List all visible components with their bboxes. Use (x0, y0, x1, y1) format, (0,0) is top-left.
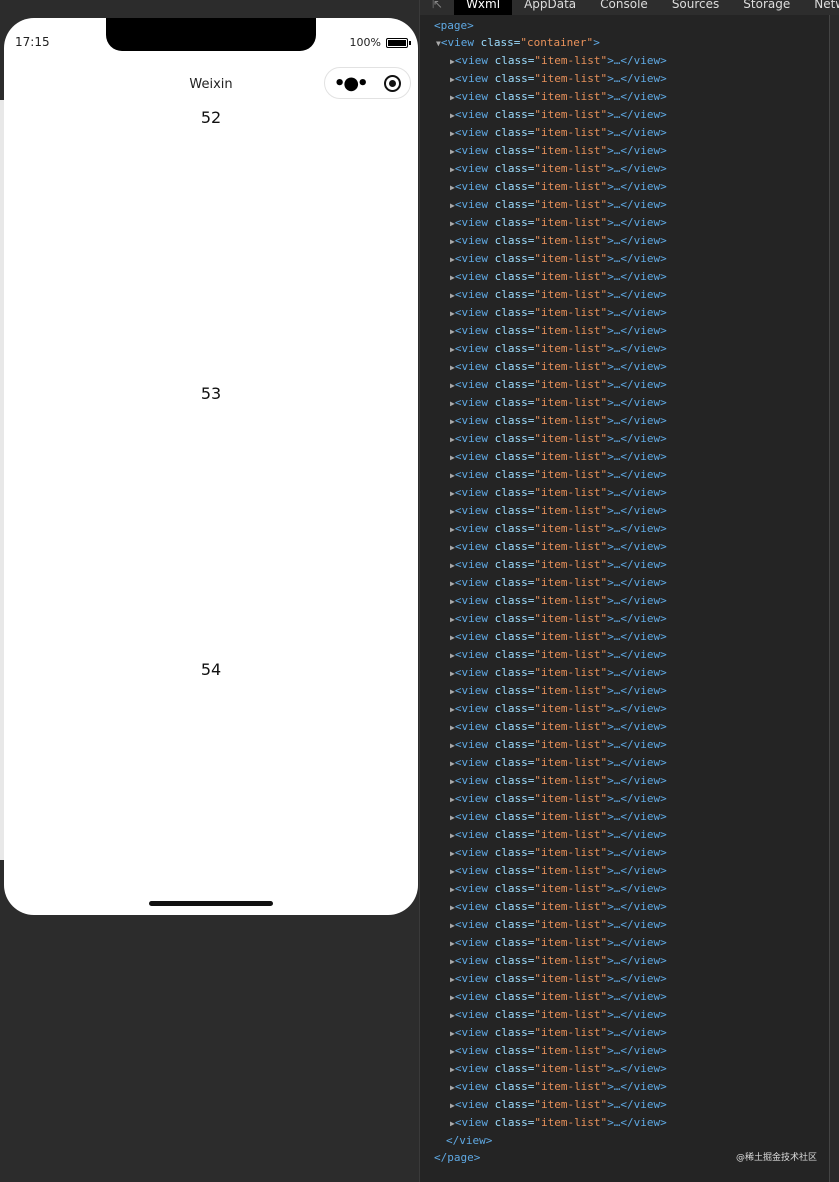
tab-wxml[interactable]: Wxml (454, 0, 513, 15)
devtools-tabs: ⇱ WxmlAppDataConsoleSourcesStorageNetwor… (420, 0, 839, 15)
list-item: 54 (200, 660, 222, 679)
wxml-node-item-list[interactable]: ▶<view class="item-list">…</view> (420, 322, 839, 340)
battery-icon (386, 37, 411, 48)
wxml-node-item-list[interactable]: ▶<view class="item-list">…</view> (420, 430, 839, 448)
status-battery: 100% (349, 36, 411, 49)
wxml-node-item-list[interactable]: ▶<view class="item-list">…</view> (420, 646, 839, 664)
tab-storage[interactable]: Storage (731, 0, 802, 15)
wxml-node-item-list[interactable]: ▶<view class="item-list">…</view> (420, 232, 839, 250)
wxml-node-item-list[interactable]: ▶<view class="item-list">…</view> (420, 178, 839, 196)
simulator-panel: 17:15 100% Weixin •●• 52 53 54 (0, 0, 419, 1182)
wxml-node-item-list[interactable]: ▶<view class="item-list">…</view> (420, 934, 839, 952)
wxml-node-item-list[interactable]: ▶<view class="item-list">…</view> (420, 268, 839, 286)
close-miniprogram-icon[interactable] (384, 74, 402, 92)
wxml-node-item-list[interactable]: ▶<view class="item-list">…</view> (420, 412, 839, 430)
wxml-node-item-list[interactable]: ▶<view class="item-list">…</view> (420, 358, 839, 376)
wxml-node-item-list[interactable]: ▶<view class="item-list">…</view> (420, 880, 839, 898)
inspect-icon[interactable]: ⇱ (420, 0, 454, 15)
wxml-node-item-list[interactable]: ▶<view class="item-list">…</view> (420, 898, 839, 916)
wxml-tree: <page> ▼<view class="container"> ▶<view cl… (420, 15, 839, 1166)
wxml-node-item-list[interactable]: ▶<view class="item-list">…</view> (420, 736, 839, 754)
more-icon[interactable]: •●• (334, 73, 369, 94)
wxml-node-item-list[interactable]: ▶<view class="item-list">…</view> (420, 556, 839, 574)
styles-sidebar (829, 15, 839, 1182)
wxml-node-item-list[interactable]: ▶<view class="item-list">…</view> (420, 772, 839, 790)
home-indicator (149, 901, 273, 906)
wxml-node-item-list[interactable]: ▶<view class="item-list">…</view> (420, 484, 839, 502)
wxml-node-item-list[interactable]: ▶<view class="item-list">…</view> (420, 1060, 839, 1078)
wxml-node-item-list[interactable]: ▶<view class="item-list">…</view> (420, 754, 839, 772)
battery-percent: 100% (349, 36, 381, 49)
wxml-node-item-list[interactable]: ▶<view class="item-list">…</view> (420, 106, 839, 124)
status-time: 17:15 (15, 35, 50, 49)
wxml-node-item-list[interactable]: ▶<view class="item-list">…</view> (420, 466, 839, 484)
tab-appdata[interactable]: AppData (512, 0, 588, 15)
wxml-node-item-list[interactable]: ▶<view class="item-list">…</view> (420, 196, 839, 214)
notch (106, 18, 316, 51)
wxml-node-item-list[interactable]: ▶<view class="item-list">…</view> (420, 1042, 839, 1060)
capsule-menu[interactable]: •●• (324, 67, 411, 99)
wxml-node-item-list[interactable]: ▶<view class="item-list">…</view> (420, 448, 839, 466)
wxml-node-item-list[interactable]: ▶<view class="item-list">…</view> (420, 610, 839, 628)
wxml-node-item-list[interactable]: ▶<view class="item-list">…</view> (420, 52, 839, 70)
wxml-node-item-list[interactable]: ▶<view class="item-list">…</view> (420, 1078, 839, 1096)
wxml-node-item-list[interactable]: ▶<view class="item-list">…</view> (420, 592, 839, 610)
tab-sources[interactable]: Sources (660, 0, 731, 15)
wxml-node-item-list[interactable]: ▶<view class="item-list">…</view> (420, 538, 839, 556)
wxml-node-item-list[interactable]: ▶<view class="item-list">…</view> (420, 808, 839, 826)
list-item: 52 (200, 108, 222, 127)
wxml-node-item-list[interactable]: ▶<view class="item-list">…</view> (420, 160, 839, 178)
wxml-node-container-close[interactable]: </view> (420, 1132, 839, 1149)
wxml-node-item-list[interactable]: ▶<view class="item-list">…</view> (420, 1096, 839, 1114)
wxml-node-item-list[interactable]: ▶<view class="item-list">…</view> (420, 826, 839, 844)
wxml-node-item-list[interactable]: ▶<view class="item-list">…</view> (420, 574, 839, 592)
wxml-node-item-list[interactable]: ▶<view class="item-list">…</view> (420, 628, 839, 646)
wxml-node-item-list[interactable]: ▶<view class="item-list">…</view> (420, 304, 839, 322)
wxml-node-item-list[interactable]: ▶<view class="item-list">…</view> (420, 1024, 839, 1042)
wxml-node-item-list[interactable]: ▶<view class="item-list">…</view> (420, 718, 839, 736)
wxml-node-item-list[interactable]: ▶<view class="item-list">…</view> (420, 952, 839, 970)
wxml-node-item-list[interactable]: ▶<view class="item-list">…</view> (420, 250, 839, 268)
wxml-node-item-list[interactable]: ▶<view class="item-list">…</view> (420, 88, 839, 106)
wxml-node-item-list[interactable]: ▶<view class="item-list">…</view> (420, 286, 839, 304)
wxml-node-item-list[interactable]: ▶<view class="item-list">…</view> (420, 124, 839, 142)
tab-console[interactable]: Console (588, 0, 660, 15)
wxml-node-item-list[interactable]: ▶<view class="item-list">…</view> (420, 862, 839, 880)
wxml-node-item-list[interactable]: ▶<view class="item-list">…</view> (420, 214, 839, 232)
wxml-node-item-list[interactable]: ▶<view class="item-list">…</view> (420, 844, 839, 862)
wxml-node-item-list[interactable]: ▶<view class="item-list">…</view> (420, 502, 839, 520)
wxml-node-item-list[interactable]: ▶<view class="item-list">…</view> (420, 520, 839, 538)
wxml-node-item-list[interactable]: ▶<view class="item-list">…</view> (420, 664, 839, 682)
list-item: 53 (200, 384, 222, 403)
wxml-node-item-list[interactable]: ▶<view class="item-list">…</view> (420, 340, 839, 358)
phone-screen: 17:15 100% Weixin •●• 52 53 54 (4, 18, 418, 915)
watermark: @稀土掘金技术社区 (735, 1153, 817, 1163)
wxml-node-item-list[interactable]: ▶<view class="item-list">…</view> (420, 142, 839, 160)
wxml-node-item-list[interactable]: ▶<view class="item-list">…</view> (420, 970, 839, 988)
tab-network[interactable]: Network (802, 0, 839, 15)
wxml-node-container[interactable]: ▼<view class="container"> (420, 34, 839, 52)
wxml-node-item-list[interactable]: ▶<view class="item-list">…</view> (420, 1114, 839, 1132)
wxml-node-item-list[interactable]: ▶<view class="item-list">…</view> (420, 916, 839, 934)
devtools-panel: ⇱ WxmlAppDataConsoleSourcesStorageNetwor… (419, 0, 839, 1182)
wxml-node-item-list[interactable]: ▶<view class="item-list">…</view> (420, 682, 839, 700)
wxml-node-item-list[interactable]: ▶<view class="item-list">…</view> (420, 790, 839, 808)
wxml-node-item-list[interactable]: ▶<view class="item-list">…</view> (420, 394, 839, 412)
wxml-node-item-list[interactable]: ▶<view class="item-list">…</view> (420, 988, 839, 1006)
wxml-node-item-list[interactable]: ▶<view class="item-list">…</view> (420, 1006, 839, 1024)
wxml-node-item-list[interactable]: ▶<view class="item-list">…</view> (420, 376, 839, 394)
wxml-node-item-list[interactable]: ▶<view class="item-list">…</view> (420, 700, 839, 718)
wxml-node-page[interactable]: <page> (420, 17, 839, 34)
wxml-node-item-list[interactable]: ▶<view class="item-list">…</view> (420, 70, 839, 88)
